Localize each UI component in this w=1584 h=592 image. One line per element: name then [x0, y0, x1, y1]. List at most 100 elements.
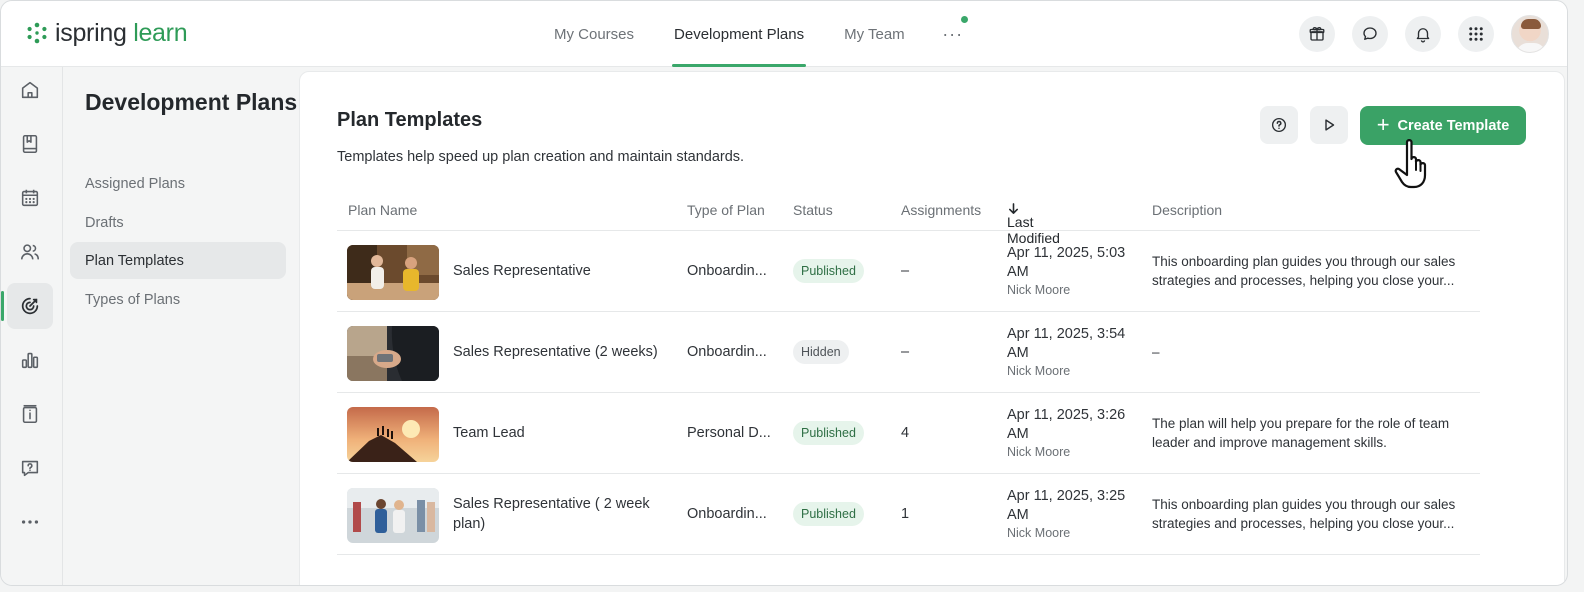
- more-icon: [21, 520, 39, 524]
- modified-date: Apr 11, 2025, 3:26 AM: [1007, 407, 1126, 442]
- apps-button[interactable]: [1458, 16, 1494, 52]
- help-chat-icon: [21, 460, 39, 477]
- more-dots-icon: ···: [942, 23, 964, 44]
- table-row[interactable]: Team Lead Personal D... Published 4 Apr …: [337, 393, 1480, 474]
- last-modified: Apr 11, 2025, 5:03 AM Nick Moore: [1007, 244, 1137, 298]
- plan-type: Onboardin...: [687, 263, 767, 279]
- plan-name[interactable]: Team Lead: [453, 423, 668, 443]
- plan-name[interactable]: Sales Representative ( 2 week plan): [453, 494, 668, 534]
- logo-text: ispring learn: [55, 19, 188, 47]
- notification-dot: [960, 16, 968, 23]
- logo[interactable]: ispring learn: [25, 19, 188, 47]
- plan-description: This onboarding plan guides you through …: [1152, 497, 1456, 531]
- col-type-of-plan[interactable]: Type of Plan: [687, 202, 765, 218]
- rail-home[interactable]: [7, 67, 53, 113]
- last-modified: Apr 11, 2025, 3:54 AM Nick Moore: [1007, 325, 1137, 379]
- rail-users[interactable]: [7, 229, 53, 275]
- table-header: Plan Name Type of Plan Status Assignment…: [337, 190, 1480, 246]
- chat-icon: [1363, 27, 1377, 40]
- plan-thumbnail: [347, 326, 439, 381]
- assignments-count: –: [901, 344, 910, 360]
- book-icon: [22, 134, 38, 154]
- tab-development-plans[interactable]: Development Plans: [654, 1, 824, 67]
- play-icon: [1325, 119, 1335, 131]
- main-panel: Plan Templates Templates help speed up p…: [299, 71, 1565, 585]
- modified-date: Apr 11, 2025, 3:25 AM: [1007, 488, 1126, 523]
- status-badge: Published: [793, 421, 864, 445]
- more-tabs-button[interactable]: ···: [925, 1, 981, 67]
- col-description[interactable]: Description: [1152, 202, 1222, 218]
- calendar-icon: [21, 189, 39, 207]
- sidebar-item-assigned-plans[interactable]: Assigned Plans: [70, 165, 286, 202]
- plan-name[interactable]: Sales Representative: [453, 261, 668, 281]
- plan-type: Onboardin...: [687, 344, 767, 360]
- modified-date: Apr 11, 2025, 3:54 AM: [1007, 326, 1126, 361]
- status-badge: Published: [793, 502, 864, 526]
- last-modified: Apr 11, 2025, 3:25 AM Nick Moore: [1007, 487, 1137, 541]
- modified-date: Apr 11, 2025, 5:03 AM: [1007, 245, 1126, 280]
- hand-pointer-icon: [1394, 139, 1427, 189]
- help-button[interactable]: [1260, 106, 1298, 144]
- plan-description: –: [1152, 344, 1160, 360]
- col-assignments[interactable]: Assignments: [901, 202, 981, 218]
- app-window: ispring learn My Courses Development Pla…: [0, 0, 1568, 586]
- gift-icon: [1309, 27, 1325, 41]
- page-title: Plan Templates: [337, 109, 483, 131]
- rail-help[interactable]: [7, 445, 53, 491]
- modified-author: Nick Moore: [1007, 283, 1071, 297]
- col-status[interactable]: Status: [793, 202, 833, 218]
- sidebar-item-drafts[interactable]: Drafts: [70, 204, 286, 241]
- last-modified: Apr 11, 2025, 3:26 AM Nick Moore: [1007, 406, 1137, 460]
- plan-name[interactable]: Sales Representative (2 weeks): [453, 342, 668, 362]
- table-row[interactable]: Sales Representative Onboardin... Publis…: [337, 231, 1480, 312]
- modified-author: Nick Moore: [1007, 364, 1071, 378]
- sidebar-title: Development Plans: [85, 89, 298, 115]
- plus-icon: +: [1376, 111, 1390, 137]
- modified-author: Nick Moore: [1007, 445, 1071, 459]
- table-row[interactable]: Sales Representative (2 weeks) Onboardin…: [337, 312, 1480, 393]
- rail-calendar[interactable]: [7, 175, 53, 221]
- table-row[interactable]: Sales Representative ( 2 week plan) Onbo…: [337, 474, 1480, 555]
- col-plan-name[interactable]: Plan Name: [348, 202, 417, 218]
- col-last-modified[interactable]: Last Modified: [1007, 202, 1060, 246]
- bell-icon: [1416, 28, 1430, 43]
- assignments-count: 1: [901, 506, 910, 522]
- plan-thumbnail: [347, 407, 439, 462]
- status-badge: Published: [793, 259, 864, 283]
- play-tutorial-button[interactable]: [1310, 106, 1348, 144]
- question-circle-icon: [1271, 117, 1287, 133]
- top-nav: My Courses Development Plans My Team ···: [534, 1, 981, 67]
- modified-author: Nick Moore: [1007, 526, 1071, 540]
- plan-description: The plan will help you prepare for the r…: [1152, 416, 1450, 450]
- chat-button[interactable]: [1352, 16, 1388, 52]
- ispring-logo-icon: [27, 22, 47, 44]
- info-board-icon: [22, 404, 38, 424]
- left-rail: [1, 67, 63, 585]
- bar-chart-icon: [21, 352, 39, 369]
- home-icon: [21, 81, 39, 99]
- rail-info[interactable]: [7, 391, 53, 437]
- rail-more[interactable]: [7, 499, 53, 545]
- rail-reports[interactable]: [7, 337, 53, 383]
- templates-table: Plan Name Type of Plan Status Assignment…: [337, 190, 1480, 555]
- plan-type: Onboardin...: [687, 506, 767, 522]
- create-template-button[interactable]: + Create Template: [1360, 106, 1526, 145]
- rail-courses[interactable]: [7, 121, 53, 167]
- rail-development[interactable]: [1, 283, 53, 329]
- sidebar-item-types-of-plans[interactable]: Types of Plans: [70, 281, 286, 318]
- users-icon: [20, 244, 40, 260]
- sidebar-item-plan-templates[interactable]: Plan Templates: [70, 242, 286, 279]
- notifications-button[interactable]: [1405, 16, 1441, 52]
- plan-description: This onboarding plan guides you through …: [1152, 254, 1456, 288]
- target-icon: [21, 297, 39, 315]
- page-subtitle: Templates help speed up plan creation an…: [337, 149, 745, 165]
- section-sidebar: Development Plans Assigned Plans Drafts …: [63, 67, 299, 585]
- apps-grid-icon: [1469, 27, 1483, 41]
- gift-button[interactable]: [1299, 16, 1335, 52]
- create-template-label: Create Template: [1397, 117, 1510, 134]
- tab-my-courses[interactable]: My Courses: [534, 1, 654, 67]
- user-avatar[interactable]: [1511, 15, 1549, 53]
- tab-my-team[interactable]: My Team: [824, 1, 925, 67]
- top-actions: [1299, 15, 1549, 53]
- top-bar: ispring learn My Courses Development Pla…: [1, 1, 1567, 67]
